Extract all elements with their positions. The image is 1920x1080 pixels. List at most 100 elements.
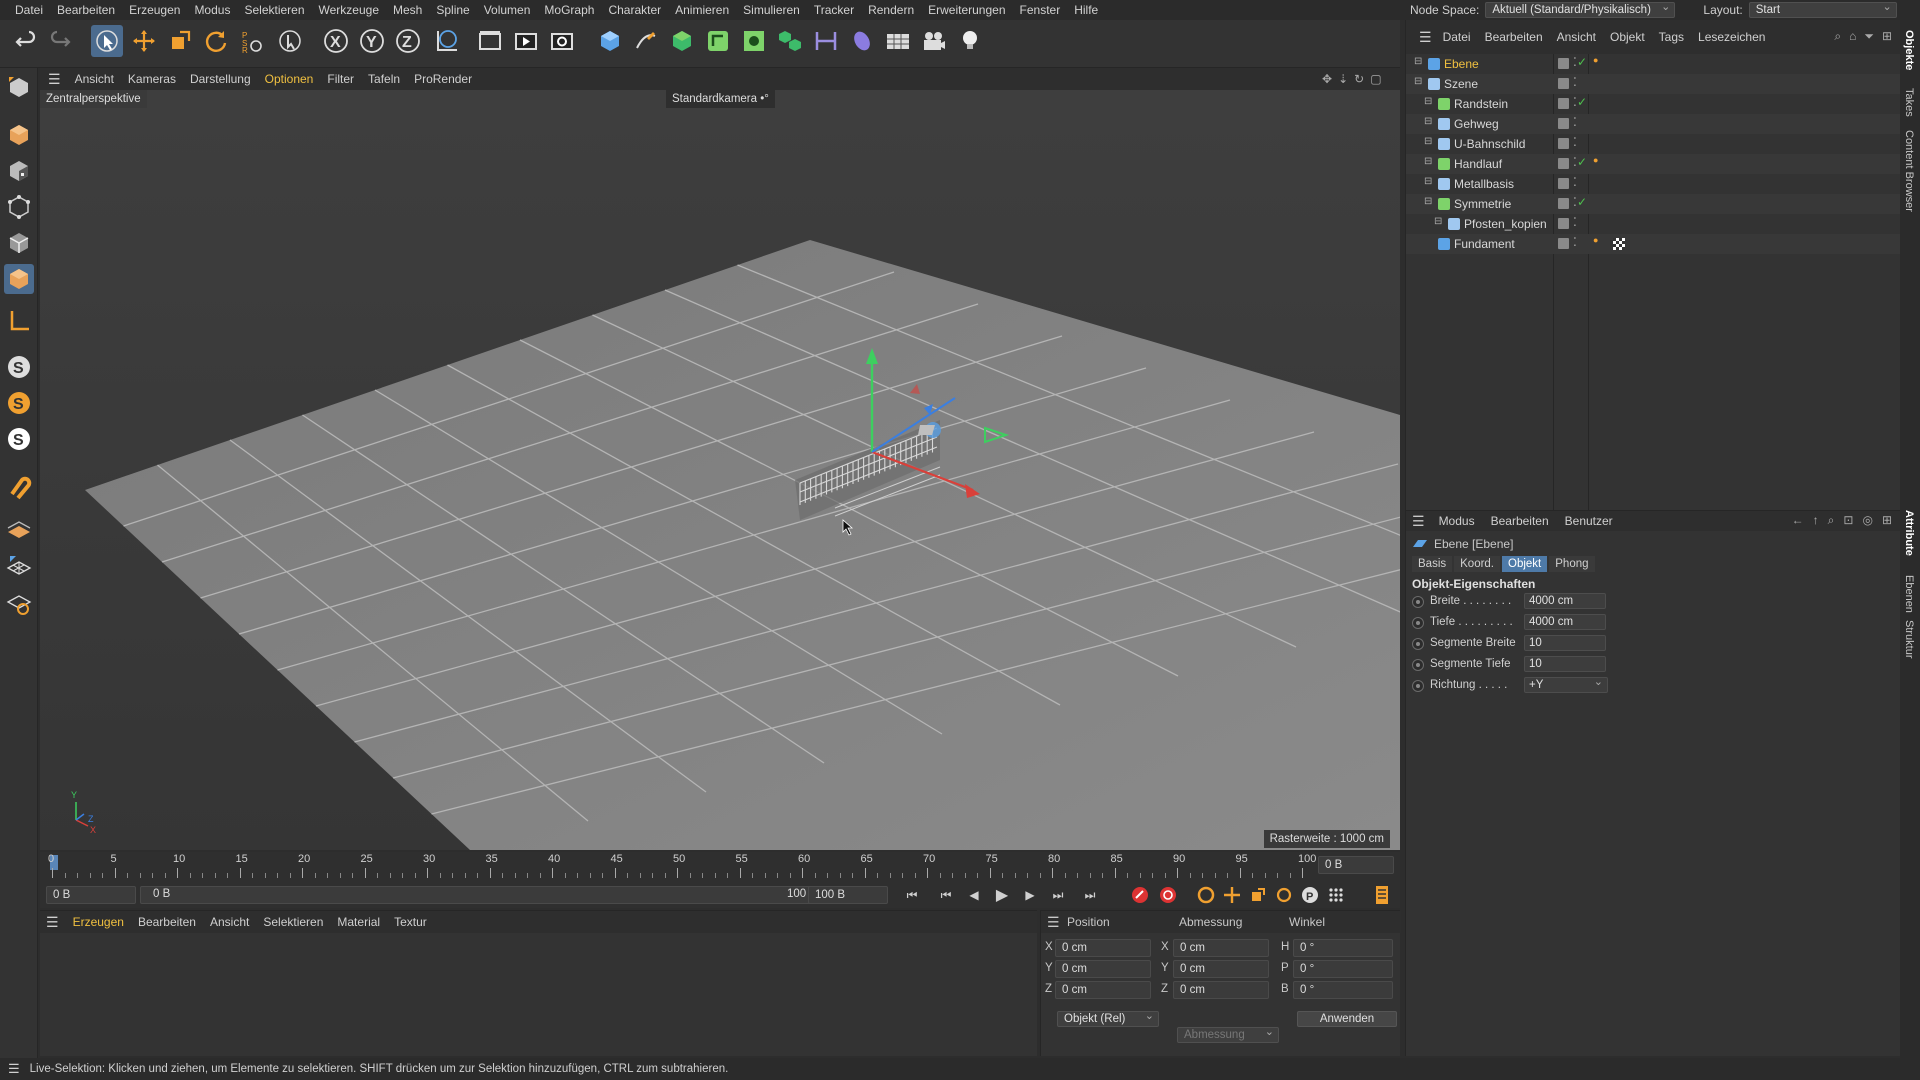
floor-environment-icon[interactable] (882, 25, 914, 57)
preview-range-slider[interactable]: 0 B 100 B (140, 886, 830, 904)
camera-icon[interactable] (918, 25, 950, 57)
menu-mesh[interactable]: Mesh (386, 0, 429, 20)
menu-bearbeiten[interactable]: Bearbeiten (50, 0, 122, 20)
layout-dropdown[interactable]: Start (1748, 0, 1897, 18)
menu-simulieren[interactable]: Simulieren (736, 0, 807, 20)
coord-mode-dropdown[interactable]: Objekt (Rel) (1057, 1009, 1159, 1027)
deformer-icon[interactable] (810, 25, 842, 57)
point-mode-icon[interactable] (4, 192, 34, 222)
viewport-menu-darstellung[interactable]: Darstellung (183, 68, 258, 90)
up-arrow-icon[interactable]: ↑ (1813, 513, 1819, 528)
orbit-icon[interactable]: ↻ (1354, 72, 1364, 86)
position-field[interactable]: 0 cm (1055, 981, 1151, 999)
rotation-field[interactable]: 0 ° (1293, 939, 1393, 957)
layer-square-icon[interactable] (1558, 58, 1569, 69)
animate-radio-icon[interactable] (1412, 680, 1424, 692)
previous-key-icon[interactable]: ⏮ (936, 885, 956, 905)
enabled-check-icon[interactable]: ✓ (1577, 195, 1587, 209)
material-menu-ansicht[interactable]: Ansicht (203, 915, 256, 929)
animate-radio-icon[interactable] (1412, 596, 1424, 608)
object-row-randstein[interactable]: ⊟ Randstein ⁚ ✓ (1406, 94, 1901, 114)
right-tab-ebenen[interactable]: Ebenen (1903, 575, 1915, 613)
rotation-field[interactable]: 0 ° (1293, 981, 1393, 999)
timeline-ruler[interactable]: 0 5 10 15 20 25 30 35 40 45 50 55 60 65 70 75 80 85 90 95 10… (40, 852, 1400, 882)
viewport-menu-optionen[interactable]: Optionen (258, 68, 321, 90)
layer-square-icon[interactable] (1558, 218, 1569, 229)
position-key-icon[interactable] (1222, 885, 1242, 905)
visibility-dots-icon[interactable]: ⁚ (1573, 215, 1577, 229)
animate-radio-icon[interactable] (1412, 638, 1424, 650)
visibility-dots-icon[interactable]: ⁚ (1573, 115, 1577, 129)
layer-square-icon[interactable] (1558, 138, 1569, 149)
array-icon[interactable] (774, 25, 806, 57)
attribute-hamburger-icon[interactable]: ☰ (1406, 513, 1431, 530)
attribute-tab-phong[interactable]: Phong (1549, 556, 1595, 572)
layer-square-icon[interactable] (1558, 178, 1569, 189)
move-tool-icon[interactable] (128, 25, 160, 57)
point-level-key-icon[interactable] (1326, 885, 1346, 905)
start-frame-field[interactable]: 0 B (46, 886, 136, 904)
menu-tracker[interactable]: Tracker (807, 0, 861, 20)
maximize-view-icon[interactable]: ▢ (1370, 72, 1381, 86)
back-arrow-icon[interactable]: ← (1792, 513, 1804, 528)
previous-frame-icon[interactable]: ◀ (964, 885, 984, 905)
attribute-tab-basis[interactable]: Basis (1412, 556, 1453, 572)
magnet-icon[interactable] (4, 472, 34, 502)
extrude-generator-icon[interactable] (702, 25, 734, 57)
phong-tag-icon[interactable]: ● (1593, 155, 1598, 165)
animate-radio-icon[interactable] (1412, 659, 1424, 671)
pen-spline-icon[interactable] (630, 25, 662, 57)
rotation-key-icon[interactable] (1274, 885, 1294, 905)
go-to-start-icon[interactable]: ⏮ (902, 885, 922, 905)
menu-erzeugen[interactable]: Erzeugen (122, 0, 187, 20)
menu-mograph[interactable]: MoGraph (537, 0, 601, 20)
subdivision-icon[interactable] (666, 25, 698, 57)
current-frame-field[interactable]: 0 B (1318, 856, 1394, 874)
right-tab-struktur[interactable]: Struktur (1903, 620, 1915, 659)
expand-icon[interactable]: ⊟ (1424, 196, 1432, 207)
attribute-tab-objekt[interactable]: Objekt (1502, 556, 1548, 572)
keyframe-selection-icon[interactable] (1196, 885, 1216, 905)
object-row-pfosten_kopien[interactable]: ⊟ Pfosten_kopien ⁚ (1406, 214, 1901, 234)
menu-datei[interactable]: Datei (8, 0, 50, 20)
right-tab-attribute[interactable]: Attribute (1903, 510, 1915, 556)
phong-tag-icon[interactable]: ● (1593, 55, 1598, 65)
axis-mode-icon[interactable] (4, 306, 34, 336)
viewport-canvas[interactable]: Y Z X (40, 90, 1400, 850)
expand-icon[interactable]: ⊟ (1414, 56, 1422, 67)
light-icon[interactable] (954, 25, 986, 57)
snap-icon[interactable]: S (4, 352, 34, 382)
y-axis-lock-icon[interactable]: Y (356, 25, 388, 57)
model-mode-icon[interactable] (4, 120, 34, 150)
phong-tag-icon[interactable]: ● (1593, 235, 1598, 245)
render-region-icon[interactable] (474, 25, 506, 57)
object-row-u-bahnschild[interactable]: ⊟ U-Bahnschild ⁚ (1406, 134, 1901, 154)
new-window-icon[interactable]: ⊞ (1882, 29, 1892, 44)
lock-icon[interactable]: ⊡ (1843, 513, 1853, 528)
filter-icon[interactable]: ⏷ (1864, 29, 1874, 44)
home-icon[interactable]: ⌂ (1849, 29, 1856, 44)
apply-button[interactable]: Anwenden (1297, 1011, 1397, 1027)
object-row-szene[interactable]: ⊟ Szene ⁚ (1406, 74, 1901, 94)
viewport-menu-ansicht[interactable]: Ansicht (68, 68, 121, 90)
size-field[interactable]: 0 cm (1173, 981, 1269, 999)
attribute-value-field[interactable]: 4000 cm (1524, 593, 1606, 609)
visibility-dots-icon[interactable]: ⁚ (1573, 75, 1577, 89)
object-hamburger-icon[interactable]: ☰ (1412, 29, 1436, 46)
size-field[interactable]: 0 cm (1173, 960, 1269, 978)
right-tab-takes[interactable]: Takes (1903, 88, 1915, 117)
attribute-value-field[interactable]: 10 (1524, 635, 1606, 651)
end-frame-field[interactable]: 100 B (808, 886, 888, 904)
locked-workplane-icon[interactable] (4, 588, 34, 618)
quantize-icon[interactable]: S (4, 424, 34, 454)
record-icon[interactable] (1130, 885, 1150, 905)
viewport-hamburger-icon[interactable]: ☰ (40, 68, 68, 90)
enabled-check-icon[interactable]: ✓ (1577, 95, 1587, 109)
z-axis-lock-icon[interactable]: Z (392, 25, 424, 57)
position-field[interactable]: 0 cm (1055, 939, 1151, 957)
menu-spline[interactable]: Spline (429, 0, 476, 20)
viewport-menu-prorender[interactable]: ProRender (407, 68, 479, 90)
visibility-dots-icon[interactable]: ⁚ (1573, 235, 1577, 249)
menu-charakter[interactable]: Charakter (601, 0, 668, 20)
expand-icon[interactable]: ⊟ (1414, 76, 1422, 87)
